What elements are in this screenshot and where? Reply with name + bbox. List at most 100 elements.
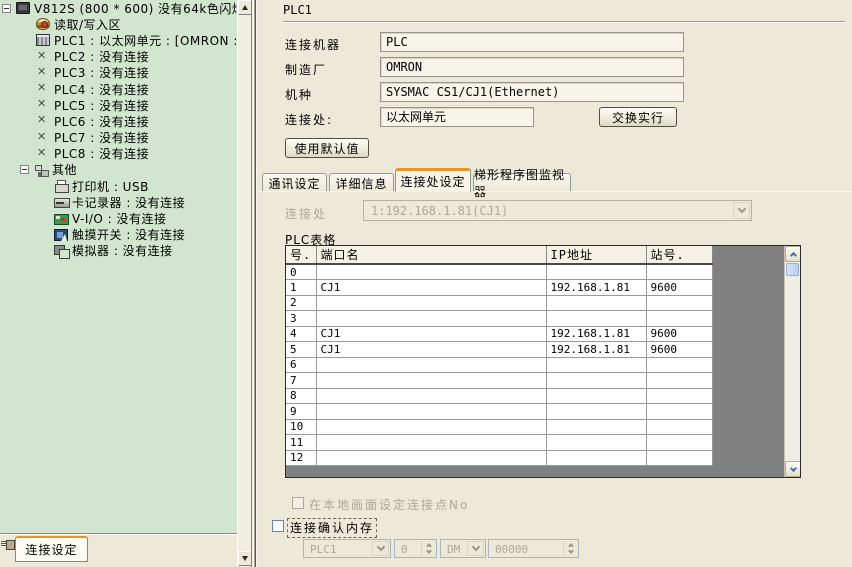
tree-item[interactable]: PLC1 : 以太网单元 : [OMRON : S	[0, 32, 237, 48]
cell-station[interactable]	[646, 373, 712, 389]
cell-no[interactable]: 4	[286, 326, 316, 342]
tree-scrollbar[interactable]	[237, 0, 251, 567]
cell-no[interactable]: 9	[286, 404, 316, 420]
tree-item[interactable]: PLC8 : 没有连接	[0, 146, 237, 162]
tree-item[interactable]: 卡记录器 : 没有连接	[0, 194, 237, 210]
cell-no[interactable]: 10	[286, 419, 316, 435]
expander-icon[interactable]	[20, 165, 29, 174]
cell-station[interactable]	[646, 388, 712, 404]
cell-no[interactable]: 7	[286, 373, 316, 389]
port-field[interactable]: 以太网单元	[380, 107, 534, 127]
cell-port[interactable]	[316, 295, 546, 311]
tab-communication[interactable]: 通讯设定	[262, 173, 327, 192]
tree-item[interactable]: 打印机 : USB	[0, 178, 237, 194]
tree-item[interactable]: PLC7 : 没有连接	[0, 130, 237, 146]
table-row[interactable]: 6	[286, 357, 712, 373]
tree-item[interactable]: 其他	[0, 162, 237, 178]
cell-ip[interactable]	[546, 450, 646, 466]
cell-port[interactable]	[316, 435, 546, 451]
cell-station[interactable]	[646, 295, 712, 311]
model-field[interactable]: SYSMAC CS1/CJ1(Ethernet)	[380, 82, 684, 102]
cell-ip[interactable]	[546, 404, 646, 420]
tree-item[interactable]: PLC5 : 没有连接	[0, 97, 237, 113]
tab-detail-info[interactable]: 详细信息	[329, 173, 394, 192]
cell-port[interactable]	[316, 311, 546, 327]
cell-port[interactable]: CJ1	[316, 326, 546, 342]
table-row[interactable]: 0	[286, 264, 712, 280]
cell-station[interactable]	[646, 435, 712, 451]
cell-ip[interactable]	[546, 311, 646, 327]
cell-station[interactable]	[646, 404, 712, 420]
target-combobox[interactable]: 1:192.168.1.81(CJ1)	[363, 200, 752, 221]
connect-confirm-checkbox-label[interactable]: 连接确认内存	[288, 519, 376, 537]
cell-ip[interactable]: 192.168.1.81	[546, 342, 646, 358]
cell-no[interactable]: 6	[286, 357, 316, 373]
cell-port[interactable]	[316, 419, 546, 435]
table-scroll-up-button[interactable]	[785, 246, 801, 262]
cell-ip[interactable]: 192.168.1.81	[546, 326, 646, 342]
use-default-button[interactable]: 使用默认值	[285, 138, 369, 158]
tab-connection-setting[interactable]: 连接设定	[15, 536, 88, 562]
cell-ip[interactable]	[546, 373, 646, 389]
device-field[interactable]: PLC	[380, 32, 684, 52]
cell-no[interactable]: 2	[286, 295, 316, 311]
table-row[interactable]: 10	[286, 419, 712, 435]
cell-ip[interactable]	[546, 435, 646, 451]
cell-no[interactable]: 3	[286, 311, 316, 327]
tree-item[interactable]: V-I/O : 没有连接	[0, 210, 237, 226]
cell-station[interactable]	[646, 357, 712, 373]
tree-item[interactable]: 模拟器 : 没有连接	[0, 243, 237, 259]
cell-port[interactable]	[316, 264, 546, 280]
cell-station[interactable]	[646, 311, 712, 327]
table-row[interactable]: 3	[286, 311, 712, 327]
scroll-up-button[interactable]	[238, 0, 252, 15]
cell-no[interactable]: 11	[286, 435, 316, 451]
cell-station[interactable]	[646, 450, 712, 466]
cell-station[interactable]	[646, 419, 712, 435]
cell-no[interactable]: 8	[286, 388, 316, 404]
cell-ip[interactable]	[546, 357, 646, 373]
cell-no[interactable]: 5	[286, 342, 316, 358]
tree-item[interactable]: 读取/写入区	[0, 16, 237, 32]
tree-item[interactable]: PLC2 : 没有连接	[0, 49, 237, 65]
cell-ip[interactable]	[546, 419, 646, 435]
table-row[interactable]: 2	[286, 295, 712, 311]
table-row[interactable]: 8	[286, 388, 712, 404]
tab-target-settings[interactable]: 连接处设定	[395, 168, 471, 192]
cell-station[interactable]: 9600	[646, 280, 712, 296]
cell-port[interactable]	[316, 357, 546, 373]
cell-ip[interactable]	[546, 295, 646, 311]
cell-station[interactable]: 9600	[646, 342, 712, 358]
cell-station[interactable]	[646, 264, 712, 280]
table-row[interactable]: 4 CJ1 192.168.1.81 9600	[286, 326, 712, 342]
tree-item[interactable]: 触摸开关 : 没有连接	[0, 227, 237, 243]
cell-station[interactable]: 9600	[646, 326, 712, 342]
tree-item[interactable]: PLC4 : 没有连接	[0, 81, 237, 97]
expander-icon[interactable]	[2, 4, 11, 13]
swap-execute-button[interactable]: 交换实行	[599, 107, 677, 127]
pane-splitter[interactable]	[251, 0, 259, 567]
cell-port[interactable]	[316, 373, 546, 389]
manufacturer-field[interactable]: OMRON	[380, 57, 684, 77]
table-scrollbar[interactable]	[784, 246, 800, 477]
table-row[interactable]: 5 CJ1 192.168.1.81 9600	[286, 342, 712, 358]
table-row[interactable]: 9	[286, 404, 712, 420]
table-scroll-thumb[interactable]	[786, 263, 799, 276]
cell-no[interactable]: 1	[286, 280, 316, 296]
cell-port[interactable]	[316, 450, 546, 466]
tree-item[interactable]: V812S (800 * 600) 没有64k色闪烁	[0, 0, 237, 16]
cell-port[interactable]	[316, 404, 546, 420]
cell-ip[interactable]	[546, 264, 646, 280]
tree-item[interactable]: PLC6 : 没有连接	[0, 113, 237, 129]
table-row[interactable]: 1 CJ1 192.168.1.81 9600	[286, 280, 712, 296]
cell-port[interactable]: CJ1	[316, 342, 546, 358]
connect-confirm-checkbox[interactable]	[272, 520, 284, 532]
cell-port[interactable]: CJ1	[316, 280, 546, 296]
table-scroll-down-button[interactable]	[785, 461, 801, 477]
cell-no[interactable]: 0	[286, 264, 316, 280]
table-row[interactable]: 7	[286, 373, 712, 389]
cell-ip[interactable]	[546, 388, 646, 404]
tree-item[interactable]: PLC3 : 没有连接	[0, 65, 237, 81]
cell-ip[interactable]: 192.168.1.81	[546, 280, 646, 296]
scroll-down-button[interactable]	[238, 551, 252, 566]
